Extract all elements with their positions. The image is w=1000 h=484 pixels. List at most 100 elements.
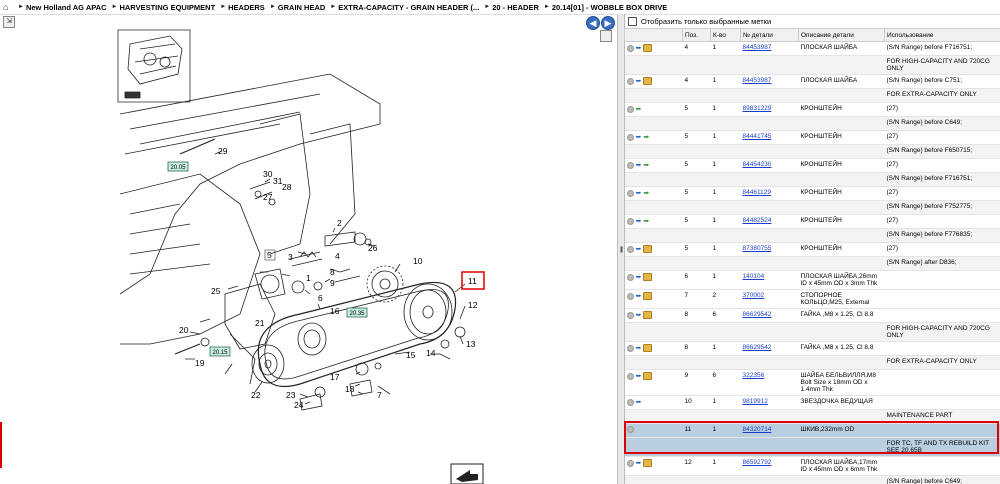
info-arrow-icon[interactable]: ➥ — [636, 372, 642, 380]
callout[interactable]: 6 — [318, 293, 323, 303]
row-part[interactable]: 9819912 — [740, 395, 799, 410]
row-part[interactable]: 84453987 — [740, 74, 799, 89]
hotspot-label[interactable]: 20.05 — [170, 165, 186, 171]
table-row[interactable]: ➥ 6 1 140104 ПЛОСКАЯ ШАЙБА,26mm ID x 45mm OD… — [624, 270, 1000, 290]
callout[interactable]: 10 — [413, 256, 423, 266]
breadcrumb-item-4[interactable]: ► GRAIN HEAD — [268, 3, 325, 12]
callout[interactable]: 13 — [466, 339, 476, 349]
callout[interactable]: 29 — [218, 146, 228, 156]
row-part[interactable]: 84482524 — [740, 214, 799, 229]
table-row[interactable]: ➥ ➦ 5 1 84454230 КРОНШТЕЙН (27) — [624, 158, 1000, 173]
row-part[interactable]: 322356 — [740, 369, 799, 396]
breadcrumb-item-2[interactable]: ► HARVESTING EQUIPMENT — [110, 3, 216, 12]
table-row[interactable]: ➥ ➦ 5 1 84482524 КРОНШТЕЙН (27) — [624, 214, 1000, 229]
info-arrow-icon[interactable]: ➥ — [636, 273, 642, 281]
table-row[interactable]: ➦ 5 1 89831229 КРОНШТЕЙН (27) — [624, 102, 1000, 117]
status-icon[interactable] — [626, 344, 634, 352]
part-number-link[interactable]: 84453987 — [743, 44, 772, 51]
part-number-link[interactable]: 140104 — [743, 273, 765, 280]
row-part[interactable]: 86592792 — [740, 456, 799, 476]
package-icon[interactable] — [643, 273, 653, 281]
callout[interactable]: 24 — [294, 400, 304, 410]
table-row[interactable]: ➥ 4 1 84453987 ПЛОСКАЯ ШАЙБА (S/N Range) befo… — [624, 41, 1000, 56]
callout[interactable]: 22 — [251, 390, 261, 400]
green-arrow-icon[interactable]: ➦ — [643, 189, 649, 197]
callout[interactable]: 5 — [267, 250, 272, 260]
info-arrow-icon[interactable]: ➥ — [636, 311, 642, 319]
info-arrow-icon[interactable]: ➥ — [636, 189, 642, 197]
green-arrow-icon[interactable]: ➦ — [643, 161, 649, 169]
callout[interactable]: 26 — [368, 243, 378, 253]
package-icon[interactable] — [643, 459, 653, 467]
diagram-nav-icon[interactable] — [450, 463, 484, 484]
row-part[interactable]: 370002 — [740, 289, 799, 309]
part-number-link[interactable]: 9819912 — [743, 398, 768, 405]
row-part[interactable]: 84441745 — [740, 130, 799, 145]
part-number-link[interactable]: 86629542 — [743, 311, 772, 318]
info-arrow-icon[interactable]: ➥ — [636, 245, 642, 253]
callout[interactable]: 3 — [288, 252, 293, 262]
breadcrumb-item-5[interactable]: ► EXTRA-CAPACITY - GRAIN HEADER (... — [328, 3, 479, 12]
status-icon[interactable] — [626, 311, 634, 319]
info-arrow-icon[interactable]: ➥ — [636, 292, 642, 300]
home-icon[interactable]: ⌂ — [3, 2, 13, 12]
callout[interactable]: 18 — [345, 384, 355, 394]
callout[interactable]: 8 — [330, 267, 335, 277]
table-row[interactable]: ➥ 12 1 86592792 ПЛОСКАЯ ШАЙБА,17mm ID x 45mm… — [624, 456, 1000, 476]
package-icon[interactable] — [643, 311, 653, 319]
package-icon[interactable] — [643, 372, 653, 380]
package-icon[interactable] — [643, 344, 653, 352]
callout[interactable]: 23 — [286, 390, 296, 400]
green-arrow-icon[interactable]: ➦ — [636, 105, 642, 113]
callout[interactable]: 9 — [330, 278, 335, 288]
package-icon[interactable] — [643, 77, 653, 85]
breadcrumb-item-7[interactable]: ► 20.14[01] - WOBBLE BOX DRIVE — [542, 3, 667, 12]
table-row[interactable]: ➥ 5 1 87380755 КРОНШТЕЙН (27) — [624, 242, 1000, 257]
status-icon[interactable] — [626, 426, 634, 433]
col-use[interactable]: Использование — [884, 28, 1000, 42]
table-row[interactable]: ➥ 9 6 322356 ШАЙБА БЕЛЬВИЛЛЯ,M8 Bolt Size x … — [624, 369, 1000, 396]
part-number-link[interactable]: 84453987 — [743, 77, 772, 84]
hotspot-label[interactable]: 20.35 — [349, 311, 365, 317]
status-icon[interactable] — [626, 77, 634, 85]
row-part[interactable]: 84461129 — [740, 186, 799, 201]
callout[interactable]: 2 — [337, 218, 342, 228]
status-icon[interactable] — [626, 273, 634, 281]
callout[interactable]: 19 — [195, 358, 205, 368]
breadcrumb-item-1[interactable]: ► New Holland AG APAC — [16, 3, 107, 12]
callout[interactable]: 7 — [377, 390, 382, 400]
table-row[interactable]: ➥ 10 1 9819912 ЗВЕЗДОЧКА ВЕДУЩАЯ — [624, 395, 1000, 410]
status-icon[interactable] — [626, 372, 634, 380]
green-arrow-icon[interactable]: ➦ — [643, 133, 649, 141]
col-qty[interactable]: К-во — [710, 28, 741, 42]
package-icon[interactable] — [643, 292, 653, 300]
table-row[interactable]: ➥ ➦ 5 1 84441745 КРОНШТЕЙН (27) — [624, 130, 1000, 145]
callout[interactable]: 4 — [335, 251, 340, 261]
table-row[interactable]: 11 1 84320714 ШКИВ,232mm OD — [624, 423, 1000, 438]
info-arrow-icon[interactable]: ➥ — [636, 217, 642, 225]
row-part[interactable]: 140104 — [740, 270, 799, 290]
row-part[interactable]: 86629542 — [740, 341, 799, 356]
info-arrow-icon[interactable]: ➥ — [636, 459, 642, 467]
callout[interactable]: 27 — [263, 192, 273, 202]
part-number-link[interactable]: 84454230 — [743, 161, 772, 168]
part-number-link[interactable]: 86629542 — [743, 344, 772, 351]
status-icon[interactable] — [626, 217, 634, 225]
info-arrow-icon[interactable]: ➥ — [636, 344, 642, 352]
status-icon[interactable] — [626, 398, 634, 406]
status-icon[interactable] — [626, 245, 634, 253]
part-number-link[interactable]: 84441745 — [743, 133, 772, 140]
info-arrow-icon[interactable]: ➥ — [636, 44, 642, 52]
col-desc[interactable]: Описание детали — [798, 28, 885, 42]
info-arrow-icon[interactable]: ➥ — [636, 77, 642, 85]
status-icon[interactable] — [626, 133, 634, 141]
filter-checkbox[interactable] — [628, 16, 637, 26]
col-part[interactable]: № детали — [740, 28, 799, 42]
table-row[interactable]: ➥ 8 6 86629542 ГАЙКА ,M8 x 1.25, Cl 8.8 — [624, 308, 1000, 323]
row-part[interactable]: 89831229 — [740, 102, 799, 117]
status-icon[interactable] — [626, 161, 634, 169]
callout[interactable]: 25 — [211, 286, 221, 296]
part-number-link[interactable]: 87380755 — [743, 245, 772, 252]
part-number-link[interactable]: 84461129 — [743, 189, 771, 196]
table-row[interactable]: ➥ 4 1 84453987 ПЛОСКАЯ ШАЙБА (S/N Range) befo… — [624, 74, 1000, 89]
